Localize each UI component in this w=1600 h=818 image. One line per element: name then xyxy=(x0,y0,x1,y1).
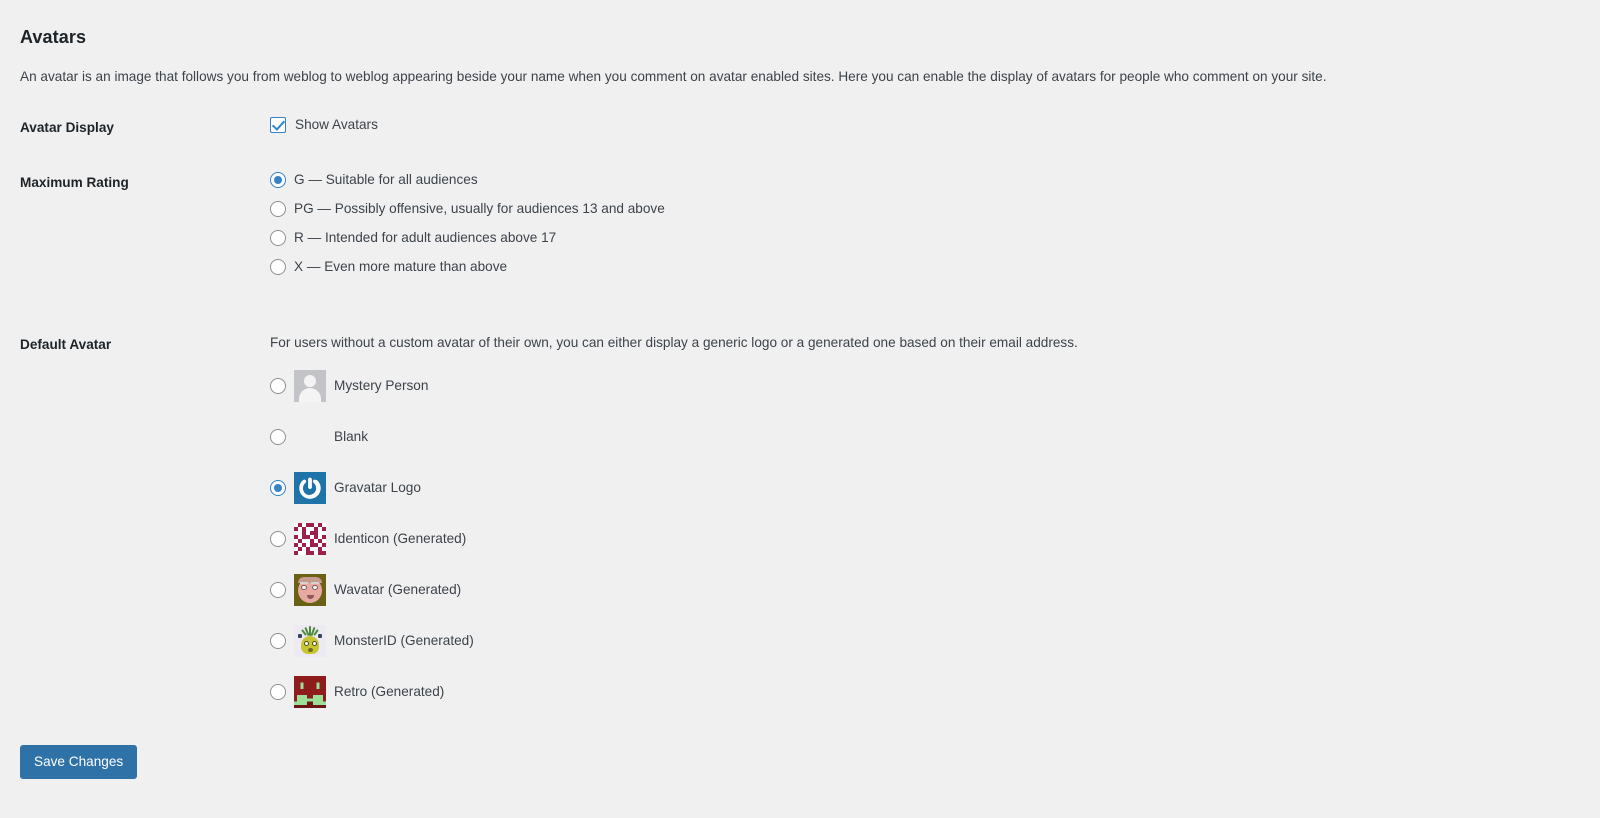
default-avatar-radio-blank[interactable] xyxy=(270,428,286,445)
label-avatar-display: Avatar Display xyxy=(20,120,114,135)
rating-option-r[interactable]: R — Intended for adult audiences above 1… xyxy=(270,228,1590,247)
retro-avatar-icon xyxy=(294,675,326,708)
show-avatars-option[interactable]: Show Avatars xyxy=(270,115,1590,134)
default-avatar-radio-gravatar[interactable] xyxy=(270,479,286,496)
default-avatar-radio-retro[interactable] xyxy=(270,683,286,700)
wavatar-avatar-icon xyxy=(294,573,326,606)
default-avatar-label-gravatar: Gravatar Logo xyxy=(334,480,421,496)
monsterid-avatar-icon xyxy=(294,624,326,657)
default-avatar-label-wavatar: Wavatar (Generated) xyxy=(334,582,462,598)
settings-form-table: Avatar Display Show Avatars Maximum Rati… xyxy=(0,100,1600,723)
default-avatar-label-blank: Blank xyxy=(334,429,369,445)
rating-radio-g[interactable] xyxy=(270,171,286,188)
row-default-avatar: Default Avatar For users without a custo… xyxy=(0,323,1600,722)
section-description: An avatar is an image that follows you f… xyxy=(20,68,1327,84)
default-avatar-option-gravatar[interactable]: Gravatar Logo xyxy=(270,471,1590,504)
row-maximum-rating: Maximum Rating G — Suitable for all audi… xyxy=(0,155,1600,291)
default-avatar-radio-identicon[interactable] xyxy=(270,530,286,547)
default-avatar-option-mystery[interactable]: Mystery Person xyxy=(270,369,1590,402)
default-avatar-option-wavatar[interactable]: Wavatar (Generated) xyxy=(270,573,1590,606)
rating-label-x: X — Even more mature than above xyxy=(294,259,508,275)
default-avatar-label-retro: Retro (Generated) xyxy=(334,684,445,700)
submit-area: Save Changes xyxy=(20,745,138,780)
avatars-settings-page: Avatars An avatar is an image that follo… xyxy=(0,0,1600,818)
default-avatar-description: For users without a custom avatar of the… xyxy=(270,335,1078,351)
rating-label-pg: PG — Possibly offensive, usually for aud… xyxy=(294,201,665,217)
identicon-avatar-icon xyxy=(294,522,326,555)
default-avatar-radio-monsterid[interactable] xyxy=(270,632,286,649)
gravatar-logo-avatar-icon xyxy=(294,471,326,504)
blank-avatar-icon xyxy=(294,421,326,453)
field-default-avatar: For users without a custom avatar of the… xyxy=(260,323,1600,722)
default-avatar-option-monsterid[interactable]: MonsterID (Generated) xyxy=(270,624,1590,657)
default-avatar-option-identicon[interactable]: Identicon (Generated) xyxy=(270,522,1590,555)
default-avatar-label-identicon: Identicon (Generated) xyxy=(334,531,467,547)
field-maximum-rating: G — Suitable for all audiences PG — Poss… xyxy=(260,155,1600,291)
rating-option-x[interactable]: X — Even more mature than above xyxy=(270,257,1590,276)
label-default-avatar: Default Avatar xyxy=(20,337,112,353)
rating-label-g: G — Suitable for all audiences xyxy=(294,172,478,188)
save-changes-button[interactable]: Save Changes xyxy=(20,745,138,780)
page-title: Avatars xyxy=(20,26,87,47)
rating-radio-r[interactable] xyxy=(270,229,286,246)
rating-label-r: R — Intended for adult audiences above 1… xyxy=(294,230,557,246)
default-avatar-radio-wavatar[interactable] xyxy=(270,581,286,598)
default-avatar-radio-mystery[interactable] xyxy=(270,377,286,394)
rating-option-g[interactable]: G — Suitable for all audiences xyxy=(270,170,1590,189)
default-avatar-option-blank[interactable]: Blank xyxy=(270,421,1590,453)
rating-radio-pg[interactable] xyxy=(270,200,286,217)
show-avatars-label: Show Avatars xyxy=(295,117,378,132)
label-maximum-rating: Maximum Rating xyxy=(20,175,129,191)
field-avatar-display: Show Avatars xyxy=(260,100,1600,149)
rating-option-pg[interactable]: PG — Possibly offensive, usually for aud… xyxy=(270,199,1590,218)
default-avatar-label-monsterid: MonsterID (Generated) xyxy=(334,633,474,649)
row-avatar-display: Avatar Display Show Avatars xyxy=(0,100,1600,155)
default-avatar-label-mystery: Mystery Person xyxy=(334,378,429,394)
default-avatar-option-retro[interactable]: Retro (Generated) xyxy=(270,675,1590,708)
mystery-person-avatar-icon xyxy=(294,369,326,402)
show-avatars-checkbox[interactable] xyxy=(270,116,286,133)
rating-radio-x[interactable] xyxy=(270,258,286,275)
